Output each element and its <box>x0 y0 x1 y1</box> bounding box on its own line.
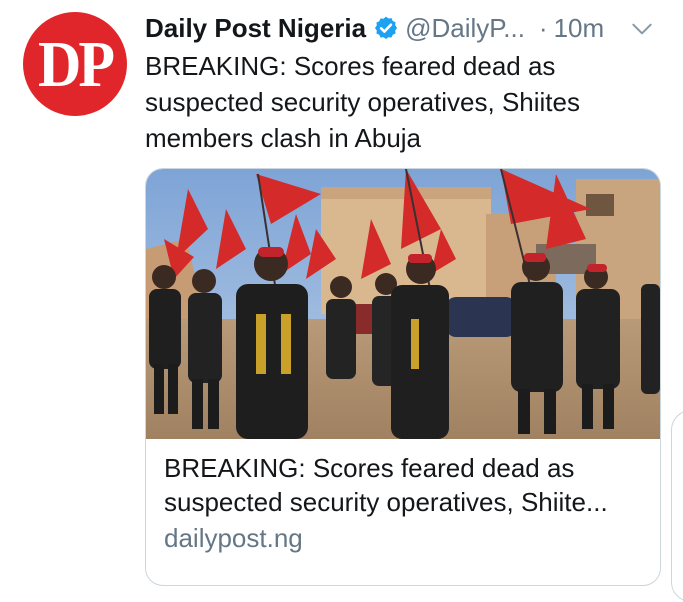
verified-badge-icon <box>375 16 398 40</box>
chevron-down-icon[interactable] <box>629 16 655 42</box>
avatar[interactable]: DP <box>23 12 127 116</box>
tweet-text: BREAKING: Scores feared dead as suspecte… <box>145 51 580 153</box>
card-domain[interactable]: dailypost.ng <box>164 521 648 555</box>
avatar-logo-text: DP <box>38 27 115 100</box>
author-name[interactable]: Daily Post Nigeria <box>145 13 366 44</box>
tweet-header: Daily Post Nigeria @DailyP... · 10m <box>145 10 663 46</box>
author-handle[interactable]: @DailyP... <box>405 13 525 44</box>
card-title[interactable]: BREAKING: Scores feared dead as suspecte… <box>164 451 648 519</box>
card-image[interactable] <box>146 169 660 439</box>
card-body[interactable]: BREAKING: Scores feared dead as suspecte… <box>164 451 648 555</box>
separator-dot: · <box>538 12 548 43</box>
timestamp[interactable]: 10m <box>554 13 605 44</box>
adjacent-card-edge <box>671 410 683 602</box>
link-preview-card[interactable]: BREAKING: Scores feared dead as suspecte… <box>145 168 661 586</box>
